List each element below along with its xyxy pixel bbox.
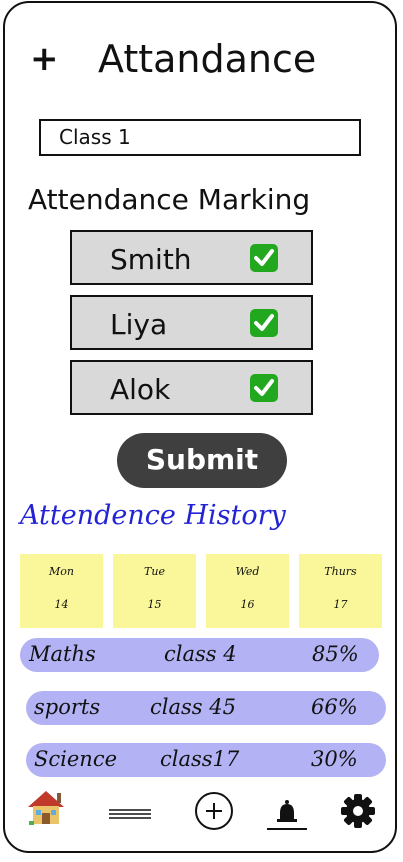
day-name: Mon bbox=[49, 565, 74, 578]
submit-button[interactable]: Submit bbox=[117, 433, 287, 488]
bell-icon[interactable] bbox=[266, 796, 308, 836]
history-row-science[interactable]: Science class17 30% bbox=[26, 743, 386, 777]
day-name: Tue bbox=[144, 565, 165, 578]
history-class: class17 bbox=[160, 747, 240, 771]
class-select[interactable]: Class 1 bbox=[39, 119, 361, 156]
history-subject: sports bbox=[34, 695, 101, 719]
history-row-maths[interactable]: Maths class 4 85% bbox=[20, 638, 379, 672]
add-circle-icon[interactable] bbox=[193, 790, 235, 836]
day-date: 15 bbox=[147, 598, 162, 611]
student-row-alok[interactable]: Alok bbox=[70, 360, 313, 415]
day-name: Thurs bbox=[324, 565, 357, 578]
history-percent: 85% bbox=[312, 642, 359, 666]
day-card-wed[interactable]: Wed 16 bbox=[206, 554, 289, 628]
home-icon[interactable] bbox=[26, 787, 66, 831]
student-row-smith[interactable]: Smith bbox=[70, 230, 313, 285]
checkbox-checked-icon[interactable] bbox=[250, 374, 278, 402]
student-row-liya[interactable]: Liya bbox=[70, 295, 313, 350]
history-percent: 66% bbox=[311, 695, 358, 719]
plus-icon[interactable]: + bbox=[30, 42, 59, 76]
checkbox-checked-icon[interactable] bbox=[250, 309, 278, 337]
day-card-thurs[interactable]: Thurs 17 bbox=[299, 554, 382, 628]
history-percent: 30% bbox=[311, 747, 358, 771]
history-class: class 45 bbox=[150, 695, 236, 719]
attendance-history-title: Attendence History bbox=[20, 500, 286, 531]
history-row-sports[interactable]: sports class 45 66% bbox=[26, 691, 386, 725]
gear-icon[interactable] bbox=[340, 793, 376, 833]
student-name: Liya bbox=[110, 308, 168, 341]
history-subject: Maths bbox=[29, 642, 96, 666]
day-date: 16 bbox=[240, 598, 255, 611]
day-date: 14 bbox=[54, 598, 69, 611]
day-card-mon[interactable]: Mon 14 bbox=[20, 554, 103, 628]
history-subject: Science bbox=[34, 747, 118, 771]
day-name: Wed bbox=[235, 565, 260, 578]
student-name: Smith bbox=[110, 243, 192, 276]
day-card-tue[interactable]: Tue 15 bbox=[113, 554, 196, 628]
day-date: 17 bbox=[333, 598, 348, 611]
menu-icon[interactable] bbox=[108, 806, 152, 826]
checkbox-checked-icon[interactable] bbox=[250, 244, 278, 272]
attendance-marking-title: Attendance Marking bbox=[28, 183, 311, 216]
page-title: Attandance bbox=[98, 37, 317, 81]
student-name: Alok bbox=[110, 373, 171, 406]
history-class: class 4 bbox=[164, 642, 237, 666]
